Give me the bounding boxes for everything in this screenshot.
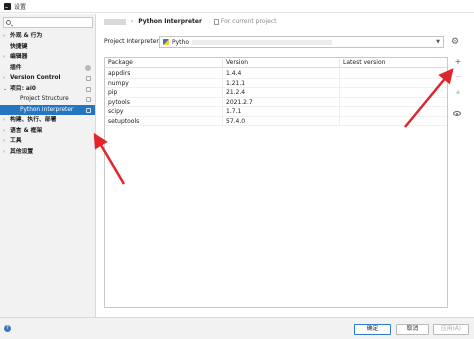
table-row[interactable]: scipy 1.7.1 (105, 107, 447, 117)
chevron-down-icon[interactable]: ⌄ (3, 84, 7, 95)
chevron-right-icon[interactable]: › (3, 115, 5, 126)
breadcrumb-parent[interactable] (104, 18, 126, 25)
chevron-right-icon[interactable]: › (3, 147, 5, 158)
chevron-right-icon[interactable]: › (3, 136, 5, 147)
remove-package-button[interactable]: − (453, 72, 463, 82)
package-version-cell: 57.4.0 (222, 116, 339, 126)
breadcrumb: › Python Interpreter For current project (104, 17, 277, 27)
interpreter-row: Project Interpreter: Pytho ▼ ⚙ (104, 36, 470, 48)
package-version-cell: 1.4.4 (222, 69, 339, 79)
sidebar-item[interactable]: › 编辑器 (0, 52, 95, 63)
settings-tree: › 外观 & 行为 快捷键 › 编辑器 插件 › Version Control ⌄ 项目: ai… (0, 31, 95, 157)
ok-button[interactable]: 确定 (354, 324, 391, 335)
sidebar-item-label: 外观 & 行为 (10, 33, 43, 39)
chevron-down-icon[interactable]: ▼ (436, 39, 440, 45)
column-header-version[interactable]: Version (222, 59, 339, 67)
interpreter-label: Project Interpreter: (104, 38, 161, 45)
chevron-right-icon[interactable]: › (3, 31, 5, 42)
project-scope-label: For current project (220, 18, 277, 25)
sidebar-item[interactable]: › 语言 & 框架 (0, 126, 95, 137)
cancel-button[interactable]: 取消 (396, 324, 429, 335)
table-row[interactable]: numpy 1.21.1 (105, 78, 447, 88)
package-toolbar: + − ▲ (451, 57, 465, 117)
sidebar-item[interactable]: 快捷键 (0, 42, 95, 53)
sidebar-item-label: 编辑器 (10, 54, 28, 60)
package-name-cell: appdirs (105, 69, 222, 79)
package-name-cell: setuptools (105, 117, 222, 126)
package-latest-cell (339, 88, 447, 98)
interpreter-select[interactable]: Pytho ▼ (159, 36, 444, 48)
help-icon[interactable]: ? (4, 325, 11, 332)
project-scope-hint: For current project (213, 18, 277, 25)
sidebar-item[interactable]: › 工具 (0, 136, 95, 147)
package-latest-cell (339, 107, 447, 117)
sidebar-item[interactable]: › Version Control (0, 73, 95, 84)
search-icon (6, 20, 11, 25)
project-scope-icon (86, 76, 91, 81)
column-header-package[interactable]: Package (105, 59, 222, 67)
chevron-right-icon[interactable]: › (3, 126, 5, 137)
sidebar-item[interactable]: Python Interpreter (0, 104, 95, 115)
plugin-update-icon (85, 64, 91, 71)
package-version-cell: 21.2.4 (222, 88, 339, 98)
python-icon (163, 39, 169, 45)
package-latest-cell (339, 97, 447, 107)
apply-button[interactable]: 应用(A) (433, 324, 469, 335)
eye-icon[interactable] (453, 111, 461, 116)
settings-sidebar: › 外观 & 行为 快捷键 › 编辑器 插件 › Version Control ⌄ 项目: ai… (0, 14, 96, 317)
sidebar-item[interactable]: 插件 (0, 63, 95, 74)
package-name-cell: pip (105, 88, 222, 98)
package-version-cell: 1.7.1 (222, 107, 339, 117)
package-latest-cell (339, 116, 447, 126)
table-row[interactable]: appdirs 1.4.4 (105, 69, 447, 79)
project-scope-icon (86, 86, 91, 92)
chevron-right-icon[interactable]: › (3, 52, 5, 63)
package-latest-cell (339, 69, 447, 79)
search-input[interactable] (3, 17, 93, 28)
sidebar-item-label: 构建、执行、部署 (10, 117, 57, 123)
main-panel: › Python Interpreter For current project… (97, 14, 474, 317)
sidebar-item-label: 项目: ai0 (10, 85, 36, 92)
breadcrumb-current: Python Interpreter (138, 18, 202, 25)
sidebar-item-label: 语言 & 框架 (10, 127, 43, 134)
sidebar-item[interactable]: › 构建、执行、部署 (0, 115, 95, 126)
breadcrumb-separator: › (130, 18, 134, 25)
sidebar-item[interactable]: › 外观 & 行为 (0, 31, 95, 42)
document-icon (213, 18, 219, 25)
table-row[interactable]: pytools 2021.2.7 (105, 97, 447, 107)
interpreter-path-redacted (192, 40, 332, 45)
interpreter-value: Pytho (172, 38, 189, 46)
gear-icon[interactable]: ⚙ (449, 36, 461, 48)
sidebar-item-label: Version Control (10, 75, 61, 81)
sidebar-item[interactable]: › 其他设置 (0, 147, 95, 158)
project-scope-icon (86, 97, 91, 102)
upgrade-package-button[interactable]: ▲ (453, 87, 463, 97)
project-scope-icon (86, 107, 91, 113)
sidebar-item-label: Python Interpreter (20, 106, 74, 113)
sidebar-item-label: Project Structure (20, 96, 69, 102)
sidebar-item-label: 工具 (10, 138, 22, 144)
package-version-cell: 2021.2.7 (222, 97, 339, 107)
package-name-cell: scipy (105, 107, 222, 117)
title-bar: 设置 (0, 0, 474, 13)
column-header-latest-version[interactable]: Latest version (339, 59, 447, 67)
package-name-cell: pytools (105, 98, 222, 107)
sidebar-item-label: 插件 (10, 64, 22, 71)
table-header: Package Version Latest version (105, 58, 447, 68)
sidebar-item[interactable]: Project Structure (0, 94, 95, 105)
sidebar-item-label: 其他设置 (10, 148, 34, 155)
package-name-cell: numpy (105, 79, 222, 88)
sidebar-item[interactable]: ⌄ 项目: ai0 (0, 84, 95, 95)
window-title: 设置 (14, 4, 27, 11)
table-row[interactable]: pip 21.2.4 (105, 88, 447, 98)
app-icon (4, 3, 11, 10)
add-package-button[interactable]: + (453, 57, 463, 67)
table-row[interactable]: setuptools 57.4.0 (105, 116, 447, 126)
chevron-right-icon[interactable]: › (3, 73, 5, 84)
sidebar-item-label: 快捷键 (10, 43, 28, 50)
package-version-cell: 1.21.1 (222, 78, 339, 88)
package-latest-cell (339, 78, 447, 88)
dialog-footer: ? 确定 取消 应用(A) (0, 317, 474, 339)
packages-table: Package Version Latest version appdirs 1.… (104, 57, 448, 308)
